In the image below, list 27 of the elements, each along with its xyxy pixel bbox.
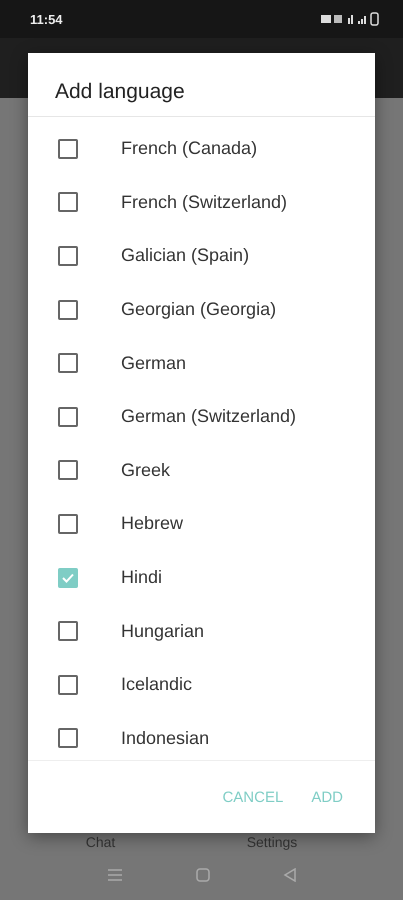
status-time: 11:54 [30,12,63,26]
checkbox[interactable] [58,674,78,695]
language-option[interactable]: Icelandic [28,658,375,712]
checkbox[interactable] [58,353,78,374]
language-option[interactable]: Georgian (Georgia) [28,282,375,336]
language-option[interactable]: Galician (Spain) [28,229,375,283]
status-icons [321,12,381,26]
language-option[interactable]: Hungarian [28,604,375,658]
checkbox[interactable] [58,138,78,159]
checkbox[interactable] [58,728,78,748]
checkbox[interactable] [58,621,78,642]
language-option[interactable]: French (Canada) [28,122,375,176]
checkbox[interactable] [58,300,78,320]
language-option[interactable]: French (Switzerland) [28,176,375,230]
checkbox[interactable] [58,568,78,588]
language-option[interactable]: Indonesian [28,712,375,760]
language-option[interactable]: Hindi [28,550,375,604]
checkbox[interactable] [58,246,78,266]
dialog-title: Add language [28,53,375,117]
language-option[interactable]: German [28,336,375,390]
checkbox[interactable] [58,406,78,427]
checkbox[interactable] [58,514,78,534]
language-option[interactable]: German (Switzerland) [28,390,375,444]
checkbox[interactable] [58,192,78,212]
language-option[interactable]: Greek [28,444,375,498]
language-option[interactable]: Hebrew [28,497,375,551]
checkbox[interactable] [58,460,78,480]
